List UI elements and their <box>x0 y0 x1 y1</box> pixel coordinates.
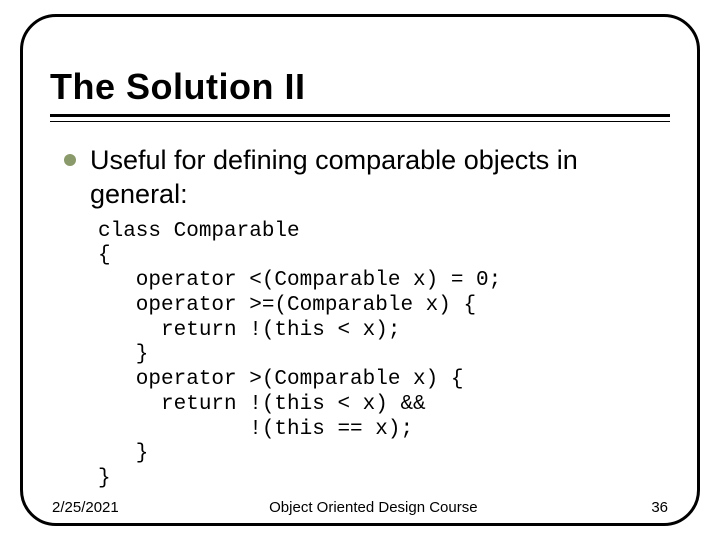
slide-title: The Solution II <box>50 66 670 108</box>
slide-footer: 2/25/2021 Object Oriented Design Course … <box>0 499 720 516</box>
title-rule-thick <box>50 114 670 117</box>
bullet-item: Useful for defining comparable objects i… <box>64 144 668 212</box>
footer-date: 2/25/2021 <box>52 499 119 516</box>
bullet-icon <box>64 154 76 166</box>
slide-body: Useful for defining comparable objects i… <box>64 144 668 492</box>
footer-course: Object Oriented Design Course <box>119 499 628 516</box>
bullet-text: Useful for defining comparable objects i… <box>90 144 668 212</box>
footer-page-number: 36 <box>628 499 668 516</box>
code-block: class Comparable { operator <(Comparable… <box>98 220 668 492</box>
slide: The Solution II Useful for defining comp… <box>0 0 720 540</box>
title-block: The Solution II <box>50 66 670 122</box>
title-rule-thin <box>50 121 670 122</box>
